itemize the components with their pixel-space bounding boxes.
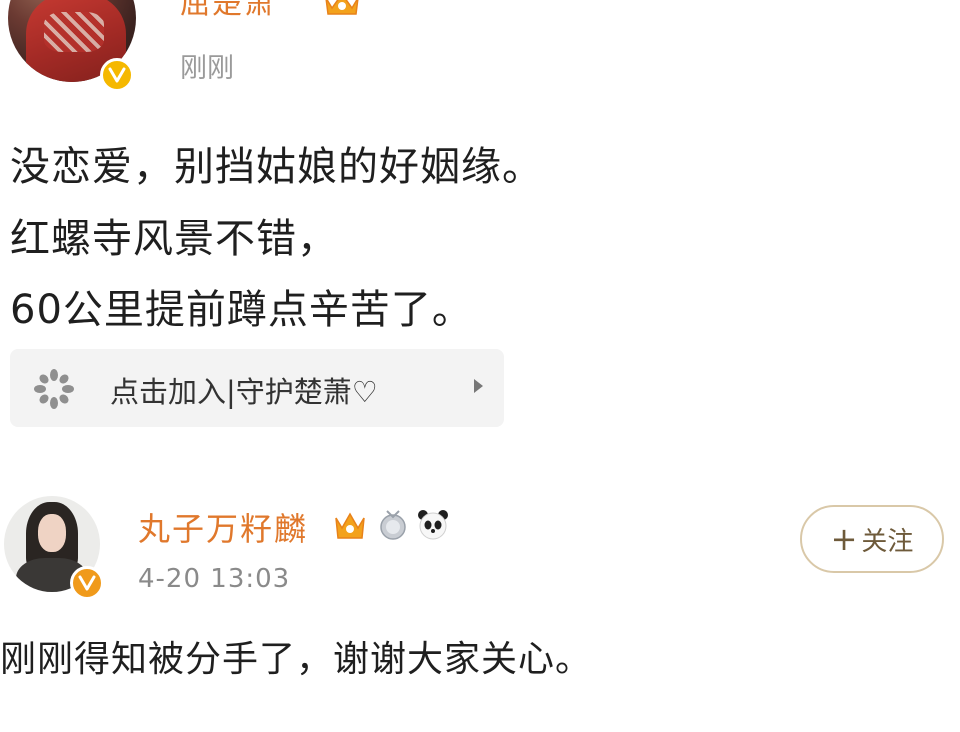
post1-content-line-2: 红螺寺风景不错， bbox=[10, 216, 338, 262]
avatar-face bbox=[38, 514, 66, 552]
vip-crown-icon bbox=[335, 512, 365, 539]
supertopic-label: 点击加入|守护楚萧♡ bbox=[110, 375, 378, 409]
medal-icon bbox=[380, 510, 406, 540]
avatar-pattern bbox=[44, 12, 104, 52]
supertopic-flower-icon bbox=[34, 369, 74, 409]
post1-content-line-3: 60公里提前蹲点辛苦了。 bbox=[10, 287, 473, 333]
follow-button[interactable]: + 关注 bbox=[800, 505, 944, 573]
verified-v-icon bbox=[70, 566, 104, 600]
post1-author-name[interactable]: 屈楚萧 bbox=[180, 0, 276, 22]
panda-icon bbox=[418, 510, 448, 540]
supertopic-card[interactable]: 点击加入|守护楚萧♡ bbox=[10, 349, 504, 427]
post2-author-name[interactable]: 丸子万籽麟 bbox=[138, 504, 308, 550]
chevron-right-icon bbox=[474, 379, 483, 393]
plus-icon: + bbox=[830, 520, 858, 558]
vip-crown-icon bbox=[325, 0, 359, 15]
post2-time: 4-20 13:03 bbox=[138, 564, 291, 594]
post1-content-line-1: 没恋爱，别挡姑娘的好姻缘。 bbox=[10, 144, 543, 190]
follow-label: 关注 bbox=[861, 526, 914, 557]
verified-v-icon bbox=[100, 58, 134, 92]
post1-time: 刚刚 bbox=[180, 53, 234, 84]
post2-content: 刚刚得知被分手了，谢谢大家关心。 bbox=[0, 639, 593, 680]
